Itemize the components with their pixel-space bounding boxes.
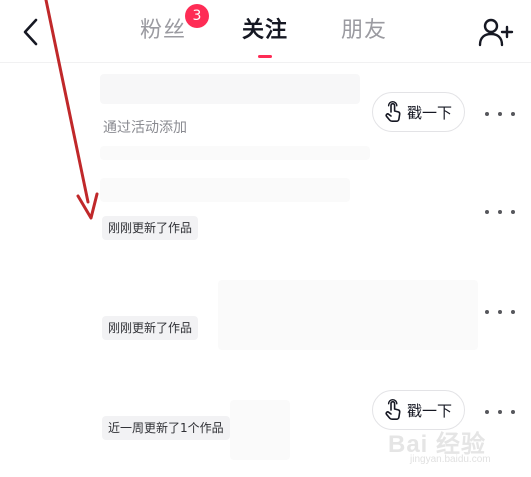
poke-button[interactable]: 戳一下 xyxy=(372,92,466,132)
list-item[interactable]: 刚刚更新了作品 xyxy=(0,272,531,372)
more-dot xyxy=(498,112,502,116)
blurred-username xyxy=(100,74,360,104)
tab-fans[interactable]: 粉丝 xyxy=(140,16,186,46)
more-dots-icon xyxy=(485,310,489,314)
list-item[interactable]: 近一周更新了1个作品 戳一下 xyxy=(0,372,531,477)
more-dot xyxy=(511,310,515,314)
update-status-tag: 刚刚更新了作品 xyxy=(102,316,199,340)
poke-button-label: 戳一下 xyxy=(407,103,453,122)
tab-friends[interactable]: 朋友 xyxy=(341,16,387,46)
poke-button-label: 戳一下 xyxy=(407,401,453,420)
hand-pointer-icon xyxy=(383,399,403,421)
blurred-username xyxy=(100,178,350,202)
more-options-button[interactable] xyxy=(485,302,515,322)
poke-button[interactable]: 戳一下 xyxy=(372,390,466,430)
more-dot xyxy=(498,310,502,314)
chevron-left-icon xyxy=(23,18,38,46)
add-friend-icon xyxy=(478,18,514,47)
list-item[interactable]: 通过活动添加 戳一下 xyxy=(0,62,531,172)
list-item[interactable]: 刚刚更新了作品 xyxy=(0,172,531,272)
more-dot xyxy=(511,112,515,116)
update-status-tag: 近一周更新了1个作品 xyxy=(102,416,230,440)
more-dot xyxy=(498,410,502,414)
tab-friends-label: 朋友 xyxy=(341,18,388,43)
blurred-content xyxy=(230,400,290,460)
more-options-button[interactable] xyxy=(485,402,515,422)
fans-count-badge: 3 xyxy=(185,4,209,28)
more-dots-icon xyxy=(485,410,489,414)
more-dot xyxy=(498,210,502,214)
back-button[interactable] xyxy=(14,14,50,50)
update-status-tag: 刚刚更新了作品 xyxy=(102,216,199,240)
tab-following[interactable]: 关注 xyxy=(242,16,288,46)
more-dots-icon xyxy=(485,210,489,214)
more-options-button[interactable] xyxy=(485,104,515,124)
list-item-subtitle: 通过活动添加 xyxy=(103,120,187,136)
blurred-content xyxy=(218,280,478,350)
tab-fans-label: 粉丝 xyxy=(140,18,187,43)
add-friend-button[interactable] xyxy=(476,14,514,50)
tab-following-label: 关注 xyxy=(242,18,289,43)
blurred-content xyxy=(100,146,370,160)
more-options-button[interactable] xyxy=(485,202,515,222)
more-dots-icon xyxy=(485,112,489,116)
top-navigation-bar: 粉丝 3 关注 朋友 xyxy=(0,0,531,63)
more-dot xyxy=(511,210,515,214)
hand-pointer-icon xyxy=(383,101,403,123)
active-tab-indicator xyxy=(258,55,272,58)
more-dot xyxy=(511,410,515,414)
